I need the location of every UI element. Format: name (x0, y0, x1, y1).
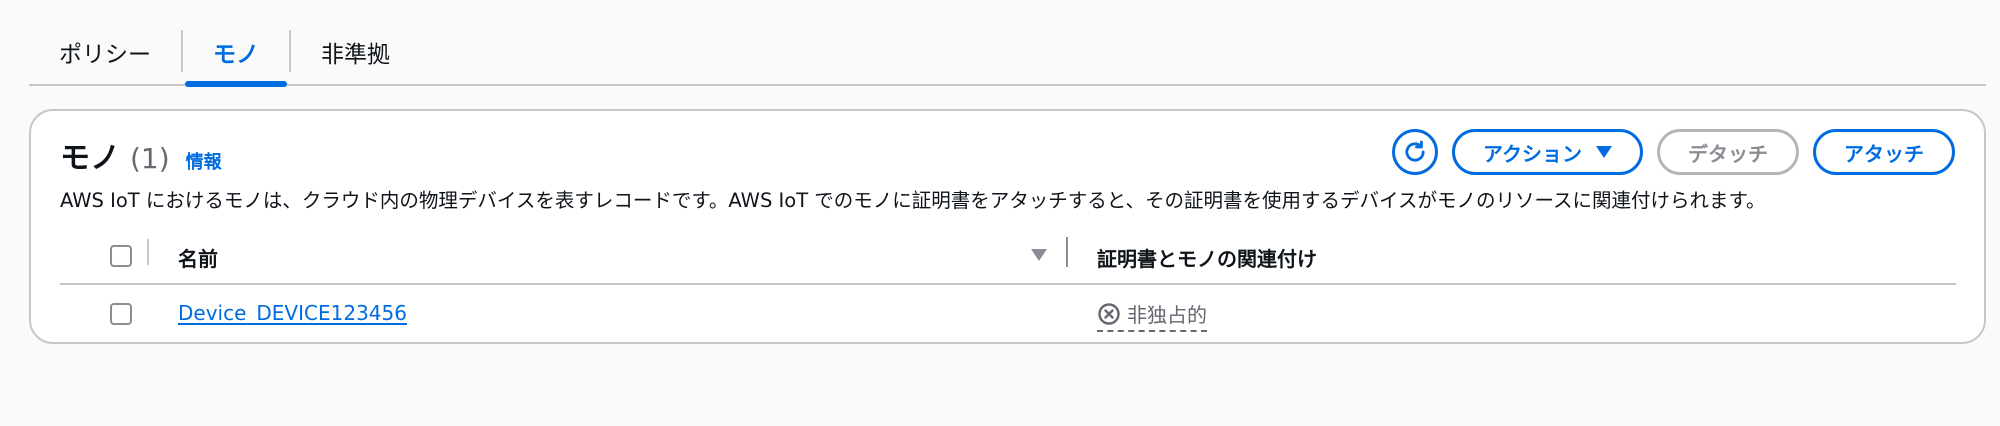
item-count: (1) (130, 142, 170, 175)
tab-label: ポリシー (59, 42, 151, 68)
info-link[interactable]: 情報 (186, 148, 222, 174)
row-checkbox[interactable] (110, 303, 132, 325)
column-resizer[interactable] (1066, 237, 1068, 267)
association-label: 非独占的 (1127, 303, 1207, 327)
column-header-association[interactable]: 証明書とモノの関連付け (1097, 243, 1317, 272)
tab-label: 非準拠 (321, 42, 390, 68)
tab-noncompliant[interactable]: 非準拠 (291, 20, 420, 84)
panel-header: モノ (1) 情報 (60, 133, 222, 177)
panel-description: AWS IoT におけるモノは、クラウド内の物理デバイスを表すレコードです。AW… (60, 189, 1766, 212)
table-header: 名前 証明書とモノの関連付け (60, 227, 1956, 285)
things-panel: モノ (1) 情報 アクション デタッチ アタッチ AWS IoT におけるモノ… (29, 109, 1986, 344)
column-header-name[interactable]: 名前 (178, 243, 218, 272)
refresh-icon (1405, 140, 1425, 162)
attach-label: アタッチ (1844, 141, 1924, 166)
sort-down-icon[interactable] (1031, 249, 1047, 261)
panel-actions: アクション デタッチ アタッチ (1392, 129, 1955, 175)
tab-policies[interactable]: ポリシー (29, 20, 181, 84)
thing-name-link[interactable]: Device_DEVICE123456 (178, 301, 407, 325)
select-all-checkbox[interactable] (110, 245, 132, 267)
association-status[interactable]: 非独占的 (1097, 299, 1207, 332)
attach-button[interactable]: アタッチ (1813, 129, 1955, 175)
tab-things[interactable]: モノ (183, 20, 289, 87)
x-circle-icon (1098, 302, 1120, 325)
detach-button[interactable]: デタッチ (1657, 129, 1799, 175)
actions-label: アクション (1483, 141, 1582, 166)
column-divider (147, 239, 149, 265)
table-row: Device_DEVICE123456 非独占的 (60, 287, 1956, 343)
refresh-button[interactable] (1392, 129, 1438, 175)
iot-certificate-detail-page: ポリシー モノ 非準拠 モノ (1) 情報 アクション デタッチ アタッチ AW… (0, 0, 2000, 426)
caret-down-icon (1596, 146, 1612, 158)
panel-title: モノ (60, 141, 120, 176)
actions-dropdown-button[interactable]: アクション (1452, 129, 1643, 175)
tab-bar: ポリシー モノ 非準拠 (29, 20, 1986, 87)
detach-label: デタッチ (1688, 141, 1768, 166)
tab-label: モノ (213, 42, 259, 68)
